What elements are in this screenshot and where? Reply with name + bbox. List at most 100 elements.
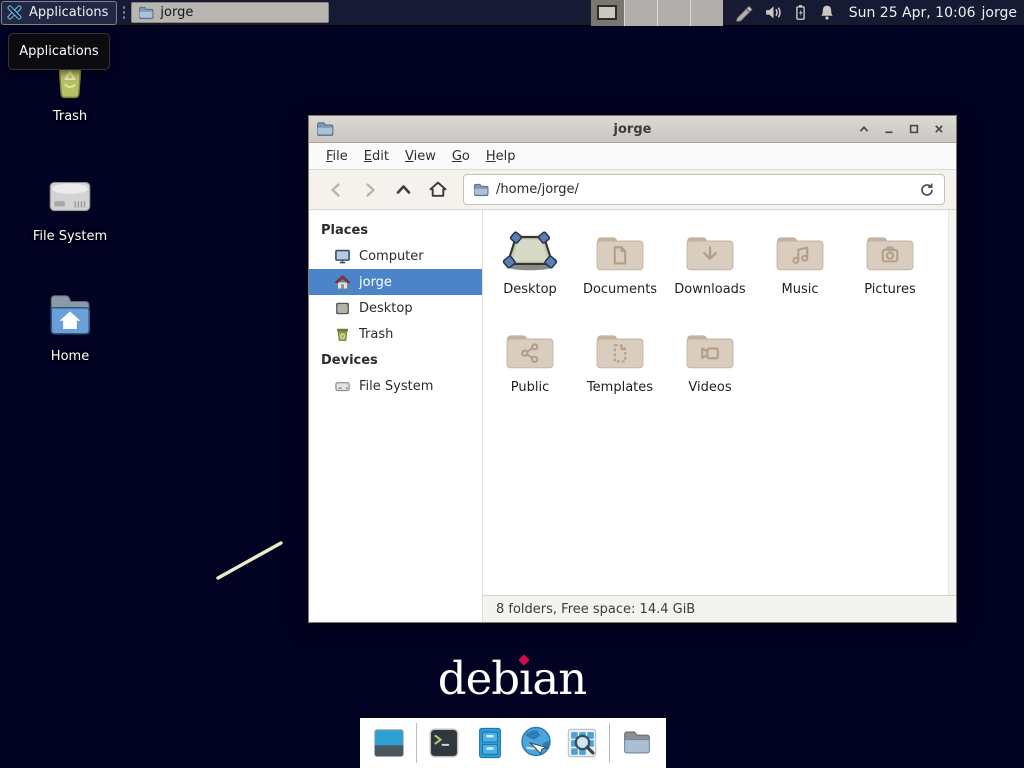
- notification-bell-icon[interactable]: [818, 3, 836, 22]
- videos-folder-icon: [685, 321, 735, 371]
- taskbar-window-label: jorge: [160, 5, 193, 20]
- workspace-1[interactable]: [591, 0, 624, 26]
- system-tray: [735, 3, 836, 23]
- back-button[interactable]: [320, 176, 351, 204]
- toolbar: /home/jorge/: [309, 170, 956, 210]
- terminal-launcher[interactable]: [425, 724, 463, 762]
- menu-go[interactable]: Go: [444, 145, 478, 168]
- close-icon[interactable]: [932, 122, 946, 136]
- public-folder-icon: [505, 321, 555, 371]
- xfce-applications-menu-icon: [5, 3, 24, 22]
- file-item-templates[interactable]: Templates: [575, 321, 665, 419]
- mouse-pointer-trail: [212, 536, 288, 584]
- dock-separator: [609, 723, 610, 763]
- file-label: Desktop: [503, 282, 557, 297]
- debian-logo-text: deb: [438, 652, 519, 705]
- user-home-icon: [334, 274, 351, 291]
- menu-edit[interactable]: Edit: [356, 145, 397, 168]
- taskbar-window-button[interactable]: jorge: [131, 2, 329, 23]
- file-item-music[interactable]: Music: [755, 223, 845, 321]
- workspace-switcher[interactable]: [591, 0, 723, 26]
- reload-icon[interactable]: [919, 182, 935, 198]
- volume-icon[interactable]: [764, 3, 783, 22]
- sidebar-item-label: jorge: [359, 275, 392, 290]
- minimize-icon[interactable]: [882, 122, 896, 136]
- documents-folder-icon: [595, 223, 645, 273]
- file-item-pictures[interactable]: Pictures: [845, 223, 935, 321]
- templates-folder-icon: [595, 321, 645, 371]
- file-item-desktop[interactable]: Desktop: [485, 223, 575, 321]
- desktop-icon-label: File System: [22, 229, 118, 244]
- desktop-icon-label: Trash: [22, 109, 118, 124]
- stylus-input-icon[interactable]: [735, 3, 755, 23]
- sidebar-item-trash[interactable]: Trash: [309, 321, 482, 347]
- sidebar-item-desktop[interactable]: Desktop: [309, 295, 482, 321]
- file-item-videos[interactable]: Videos: [665, 321, 755, 419]
- sidebar-item-label: Computer: [359, 249, 424, 264]
- desktop-icon: [334, 300, 351, 317]
- file-label: Templates: [587, 380, 653, 395]
- sidebar-item-label: Desktop: [359, 301, 413, 316]
- folder-icon: [473, 182, 489, 197]
- workspace-window-thumbnail: [597, 5, 617, 20]
- workspace-2[interactable]: [624, 0, 657, 26]
- file-item-downloads[interactable]: Downloads: [665, 223, 755, 321]
- workspace-4[interactable]: [690, 0, 723, 26]
- dock-separator: [416, 723, 417, 763]
- menu-help[interactable]: Help: [478, 145, 524, 168]
- file-icon-view[interactable]: Desktop Documents: [483, 210, 956, 595]
- panel-username[interactable]: jorge: [982, 5, 1017, 21]
- application-finder-launcher[interactable]: [563, 724, 601, 762]
- sidebar-item-label: File System: [359, 379, 433, 394]
- desktop-icon-file-system[interactable]: File System: [22, 168, 118, 244]
- file-label: Music: [782, 282, 819, 297]
- file-label: Downloads: [674, 282, 745, 297]
- status-bar: 8 folders, Free space: 14.4 GiB: [483, 595, 956, 622]
- shade-icon[interactable]: [857, 122, 871, 136]
- folder-icon: [138, 5, 154, 20]
- file-manager-launcher[interactable]: [471, 724, 509, 762]
- taskbar-grip-handle[interactable]: [122, 5, 126, 21]
- sidebar-places-header: Places: [309, 217, 482, 243]
- file-cabinet-icon: [472, 725, 508, 761]
- sidebar-item-file-system[interactable]: File System: [309, 373, 482, 399]
- location-path[interactable]: /home/jorge/: [496, 182, 579, 197]
- tooltip-text: Applications: [19, 44, 98, 59]
- folder-icon: [619, 725, 655, 761]
- workspace-3[interactable]: [657, 0, 690, 26]
- web-browser-launcher[interactable]: [517, 724, 555, 762]
- applications-menu-button[interactable]: Applications: [1, 1, 117, 25]
- show-desktop-icon: [371, 725, 407, 761]
- desktop-special-icon: [502, 223, 558, 273]
- applications-menu-label: Applications: [29, 5, 108, 20]
- window-titlebar[interactable]: jorge: [309, 116, 956, 143]
- maximize-icon[interactable]: [907, 122, 921, 136]
- file-label: Public: [511, 380, 549, 395]
- folder-launcher[interactable]: [618, 724, 656, 762]
- debian-logo-text: an: [532, 652, 586, 705]
- panel-clock[interactable]: Sun 25 Apr, 10:06: [849, 5, 976, 21]
- hard-drive-icon: [22, 168, 118, 220]
- forward-button[interactable]: [354, 176, 385, 204]
- file-item-documents[interactable]: Documents: [575, 223, 665, 321]
- file-item-public[interactable]: Public: [485, 321, 575, 419]
- vertical-scrollbar[interactable]: [948, 210, 956, 595]
- file-label: Videos: [688, 380, 731, 395]
- menu-view[interactable]: View: [397, 145, 444, 168]
- dock-panel: [360, 718, 666, 768]
- show-desktop-button[interactable]: [370, 724, 408, 762]
- battery-charging-icon[interactable]: [792, 3, 809, 22]
- music-folder-icon: [775, 223, 825, 273]
- sidebar-item-computer[interactable]: Computer: [309, 243, 482, 269]
- debian-logo: debıan: [0, 656, 1024, 701]
- location-bar[interactable]: /home/jorge/: [463, 174, 945, 205]
- terminal-icon: [426, 725, 462, 761]
- menu-file[interactable]: File: [318, 145, 356, 168]
- sidebar-item-jorge[interactable]: jorge: [309, 269, 482, 295]
- up-button[interactable]: [388, 176, 419, 204]
- home-button[interactable]: [422, 176, 453, 204]
- home-folder-icon: [22, 288, 118, 340]
- pictures-folder-icon: [865, 223, 915, 273]
- menu-bar: File Edit View Go Help: [309, 143, 956, 170]
- desktop-icon-home[interactable]: Home: [22, 288, 118, 364]
